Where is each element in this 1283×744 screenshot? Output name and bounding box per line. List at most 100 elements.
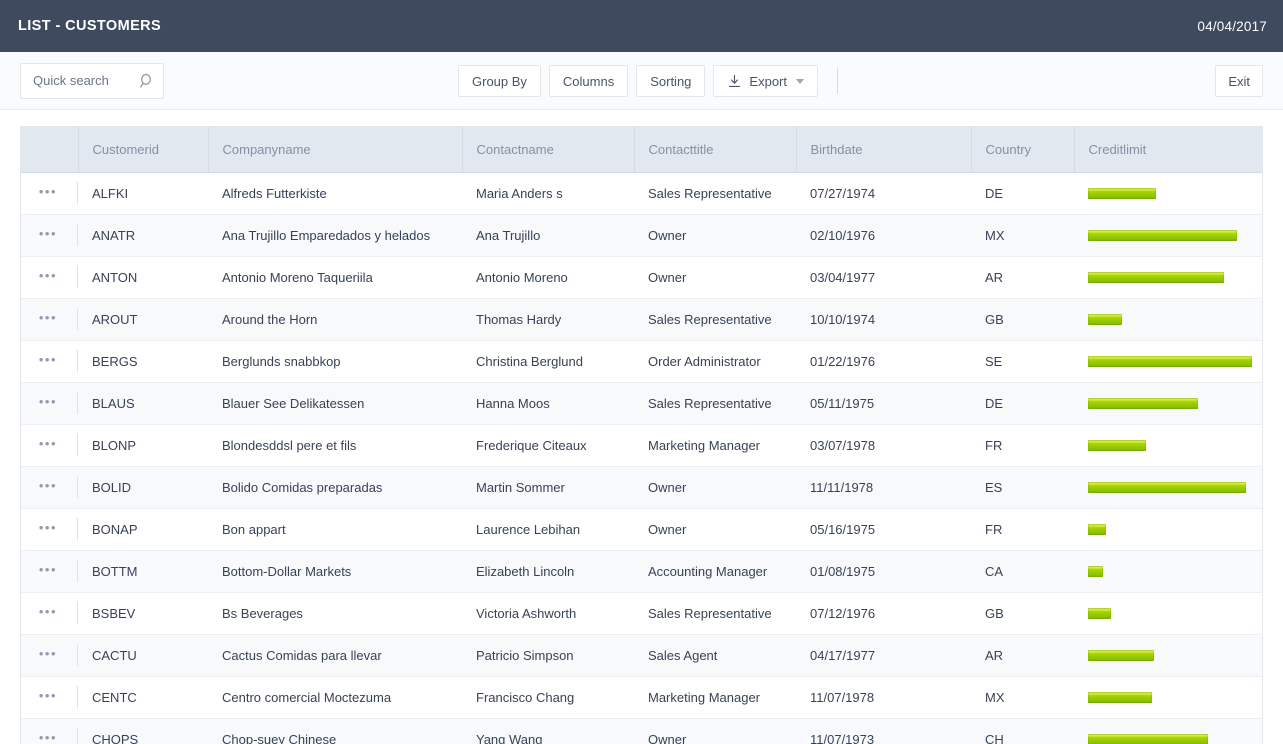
cell-contacttitle: Sales Representative xyxy=(634,592,796,634)
cell-customerid: ANATR xyxy=(78,214,208,256)
cell-companyname: Centro comercial Moctezuma xyxy=(208,676,462,718)
creditlimit-bar xyxy=(1088,230,1237,241)
cell-creditlimit xyxy=(1074,508,1262,550)
table-row[interactable]: •••BOLIDBolido Comidas preparadasMartin … xyxy=(21,466,1262,508)
creditlimit-bar xyxy=(1088,608,1111,619)
cell-contactname: Ana Trujillo xyxy=(462,214,634,256)
cell-creditlimit xyxy=(1074,676,1262,718)
cell-customerid: AROUT xyxy=(78,298,208,340)
cell-contactname: Francisco Chang xyxy=(462,676,634,718)
row-gutter-divider xyxy=(77,308,78,330)
row-menu-icon[interactable]: ••• xyxy=(35,393,61,414)
table-row[interactable]: •••BSBEVBs BeveragesVictoria AshworthSal… xyxy=(21,592,1262,634)
column-header-birthdate[interactable]: Birthdate xyxy=(796,127,971,172)
cell-contactname: Thomas Hardy xyxy=(462,298,634,340)
cell-creditlimit xyxy=(1074,424,1262,466)
group-by-button[interactable]: Group By xyxy=(458,65,541,97)
cell-contacttitle: Marketing Manager xyxy=(634,424,796,466)
cell-country: ES xyxy=(971,466,1074,508)
cell-birthdate: 04/17/1977 xyxy=(796,634,971,676)
cell-birthdate: 10/10/1974 xyxy=(796,298,971,340)
cell-companyname: Bolido Comidas preparadas xyxy=(208,466,462,508)
quick-search-box[interactable] xyxy=(20,63,164,99)
search-input[interactable] xyxy=(31,72,139,89)
cell-birthdate: 03/07/1978 xyxy=(796,424,971,466)
table-row[interactable]: •••ANATRAna Trujillo Emparedados y helad… xyxy=(21,214,1262,256)
table-row[interactable]: •••BLONPBlondesddsl pere et filsFrederiq… xyxy=(21,424,1262,466)
column-header-contactname[interactable]: Contactname xyxy=(462,127,634,172)
cell-contacttitle: Sales Representative xyxy=(634,172,796,214)
cell-contactname: Yang Wang xyxy=(462,718,634,744)
creditlimit-bar xyxy=(1088,188,1156,199)
export-button[interactable]: Export xyxy=(713,65,818,97)
column-header-gutter xyxy=(21,127,78,172)
toolbar-divider xyxy=(837,68,838,94)
cell-contactname: Laurence Lebihan xyxy=(462,508,634,550)
grid-container: Customerid Companyname Contactname Conta… xyxy=(0,110,1283,744)
cell-companyname: Antonio Moreno Taqueriila xyxy=(208,256,462,298)
cell-country: MX xyxy=(971,214,1074,256)
creditlimit-bar xyxy=(1088,692,1152,703)
row-menu-icon[interactable]: ••• xyxy=(35,351,61,372)
creditlimit-bar xyxy=(1088,482,1246,493)
table-row[interactable]: •••BLAUSBlauer See DelikatessenHanna Moo… xyxy=(21,382,1262,424)
table-row[interactable]: •••AROUTAround the HornThomas HardySales… xyxy=(21,298,1262,340)
search-icon[interactable] xyxy=(139,73,155,89)
cell-country: AR xyxy=(971,634,1074,676)
column-header-creditlimit[interactable]: Creditlimit xyxy=(1074,127,1262,172)
row-menu-icon[interactable]: ••• xyxy=(35,561,61,582)
cell-birthdate: 07/27/1974 xyxy=(796,172,971,214)
row-menu-icon[interactable]: ••• xyxy=(35,309,61,330)
cell-customerid: ALFKI xyxy=(78,172,208,214)
row-gutter-cell: ••• xyxy=(21,298,78,340)
cell-customerid: BLONP xyxy=(78,424,208,466)
row-menu-icon[interactable]: ••• xyxy=(35,267,61,288)
exit-button[interactable]: Exit xyxy=(1215,65,1263,97)
row-menu-icon[interactable]: ••• xyxy=(35,435,61,456)
customers-grid[interactable]: Customerid Companyname Contactname Conta… xyxy=(20,126,1263,744)
row-gutter-divider xyxy=(77,518,78,540)
row-menu-icon[interactable]: ••• xyxy=(35,645,61,666)
sorting-button[interactable]: Sorting xyxy=(636,65,705,97)
table-header-row: Customerid Companyname Contactname Conta… xyxy=(21,127,1262,172)
row-menu-icon[interactable]: ••• xyxy=(35,519,61,540)
row-menu-icon[interactable]: ••• xyxy=(35,183,61,204)
table-row[interactable]: •••CHOPSChop-suey ChineseYang WangOwner1… xyxy=(21,718,1262,744)
row-menu-icon[interactable]: ••• xyxy=(35,729,61,744)
row-gutter-cell: ••• xyxy=(21,634,78,676)
sorting-label: Sorting xyxy=(650,74,691,89)
column-header-customerid[interactable]: Customerid xyxy=(78,127,208,172)
table-row[interactable]: •••ANTONAntonio Moreno TaqueriilaAntonio… xyxy=(21,256,1262,298)
chevron-down-icon xyxy=(796,79,804,84)
table-row[interactable]: •••BONAPBon appartLaurence LebihanOwner0… xyxy=(21,508,1262,550)
column-header-contacttitle[interactable]: Contacttitle xyxy=(634,127,796,172)
row-menu-icon[interactable]: ••• xyxy=(35,687,61,708)
row-menu-icon[interactable]: ••• xyxy=(35,603,61,624)
table-row[interactable]: •••BOTTMBottom-Dollar MarketsElizabeth L… xyxy=(21,550,1262,592)
cell-creditlimit xyxy=(1074,466,1262,508)
table-row[interactable]: •••ALFKIAlfreds FutterkisteMaria Anders … xyxy=(21,172,1262,214)
columns-label: Columns xyxy=(563,74,614,89)
cell-contactname: Hanna Moos xyxy=(462,382,634,424)
cell-customerid: BONAP xyxy=(78,508,208,550)
columns-button[interactable]: Columns xyxy=(549,65,628,97)
row-menu-icon[interactable]: ••• xyxy=(35,477,61,498)
creditlimit-bar xyxy=(1088,314,1122,325)
customers-table: Customerid Companyname Contactname Conta… xyxy=(21,127,1262,744)
row-gutter-cell: ••• xyxy=(21,424,78,466)
cell-creditlimit xyxy=(1074,592,1262,634)
column-header-country[interactable]: Country xyxy=(971,127,1074,172)
cell-contacttitle: Marketing Manager xyxy=(634,676,796,718)
current-date: 04/04/2017 xyxy=(1197,19,1267,34)
row-menu-icon[interactable]: ••• xyxy=(35,225,61,246)
cell-creditlimit xyxy=(1074,634,1262,676)
table-row[interactable]: •••BERGSBerglunds snabbkopChristina Berg… xyxy=(21,340,1262,382)
cell-birthdate: 01/08/1975 xyxy=(796,550,971,592)
table-row[interactable]: •••CACTUCactus Comidas para llevarPatric… xyxy=(21,634,1262,676)
table-row[interactable]: •••CENTCCentro comercial MoctezumaFranci… xyxy=(21,676,1262,718)
cell-companyname: Alfreds Futterkiste xyxy=(208,172,462,214)
cell-country: FR xyxy=(971,508,1074,550)
cell-customerid: ANTON xyxy=(78,256,208,298)
column-header-companyname[interactable]: Companyname xyxy=(208,127,462,172)
cell-contacttitle: Accounting Manager xyxy=(634,550,796,592)
